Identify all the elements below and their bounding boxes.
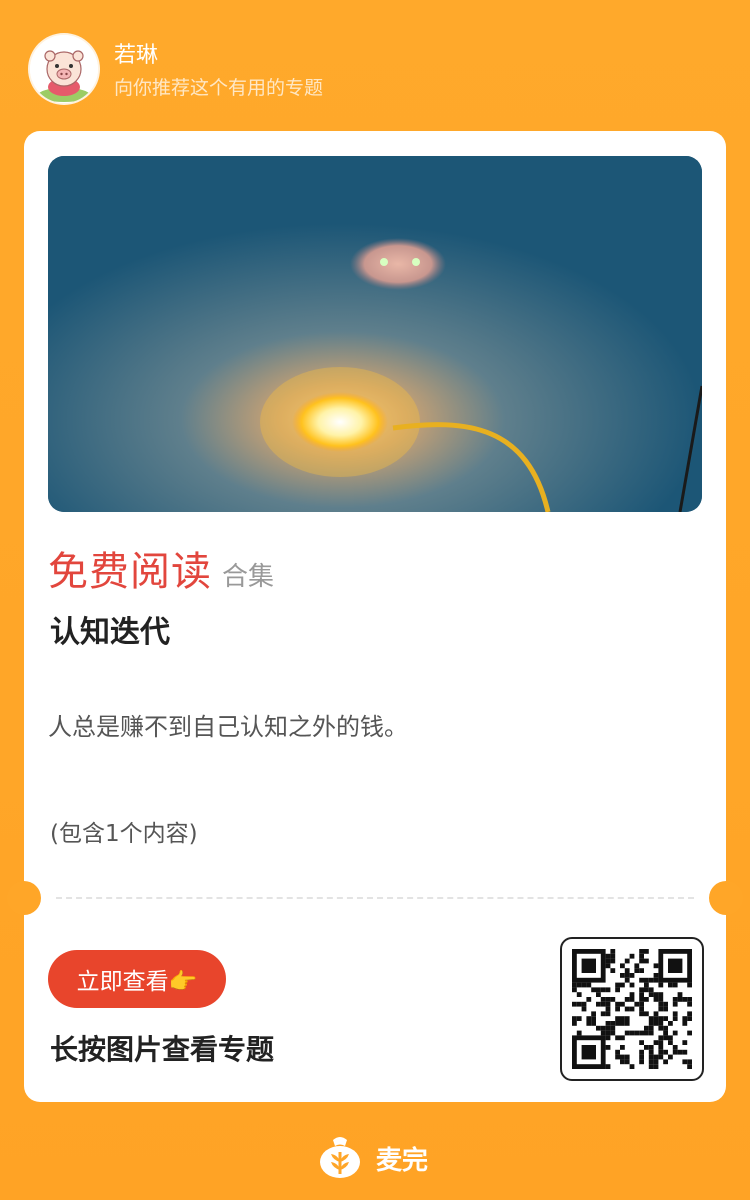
title-row: 免费阅读 合集 xyxy=(48,539,702,595)
ticket-notch-left xyxy=(7,881,41,915)
content-count: (包含1个内容) xyxy=(50,821,198,847)
topic-name: 认知迭代 xyxy=(50,615,170,650)
hero-image xyxy=(48,156,702,512)
qr-code-icon xyxy=(572,949,692,1069)
collection-label: 合集 xyxy=(222,562,275,592)
avatar xyxy=(30,35,98,103)
qr-code[interactable] xyxy=(560,937,704,1081)
recommend-subtitle: 向你推荐这个有用的专题 xyxy=(114,77,324,99)
dashed-divider xyxy=(56,897,694,899)
view-now-button[interactable]: 立即查看👉 xyxy=(48,950,226,1008)
footer-brand: 麦完 xyxy=(0,1134,750,1182)
free-read-label: 免费阅读 xyxy=(48,549,212,595)
street-lamp-photo xyxy=(48,156,702,512)
brand-name: 麦完 xyxy=(376,1146,429,1176)
topic-card[interactable]: 免费阅读 合集 认知迭代 人总是赚不到自己认知之外的钱。 (包含1个内容) 立即查… xyxy=(7,131,743,1102)
ticket-notch-right xyxy=(709,881,743,915)
pig-avatar-icon xyxy=(30,35,98,103)
username: 若琳 xyxy=(114,43,159,68)
topic-description: 人总是赚不到自己认知之外的钱。 xyxy=(48,713,408,741)
long-press-hint: 长按图片查看专题 xyxy=(50,1033,275,1066)
sharer-header: 若琳 向你推荐这个有用的专题 xyxy=(30,35,720,105)
wheat-bag-icon xyxy=(320,1137,360,1178)
